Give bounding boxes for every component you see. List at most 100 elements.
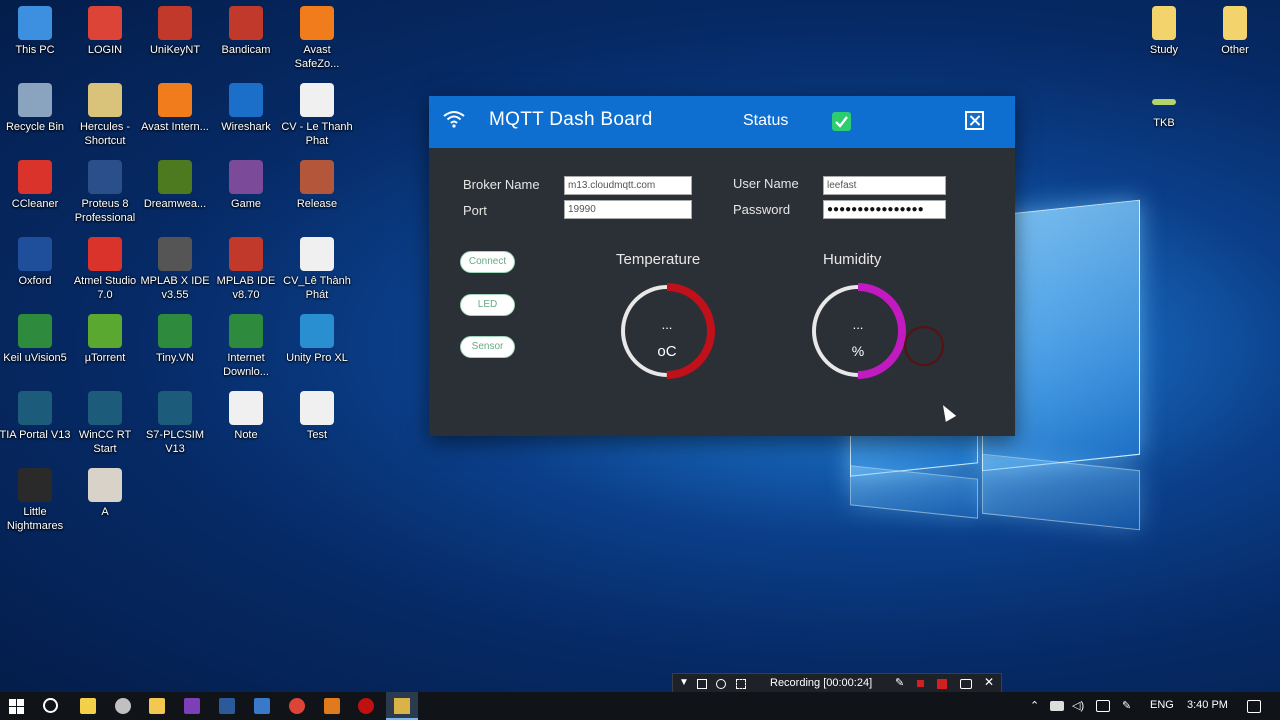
desktop-icon[interactable]: Release — [280, 160, 354, 211]
desktop-icon[interactable]: Hercules - Shortcut — [68, 83, 142, 148]
user-name-input[interactable] — [823, 176, 946, 195]
volume-icon[interactable]: ◁) — [1072, 699, 1084, 712]
clock[interactable]: 3:40 PM — [1187, 699, 1228, 711]
desktop-icon[interactable]: Oxford — [0, 237, 72, 288]
desktop-icon[interactable]: Game — [209, 160, 283, 211]
region-icon[interactable] — [736, 679, 746, 689]
password-label: Password — [733, 202, 791, 217]
mqtt-app-taskbar-button[interactable] — [386, 692, 418, 720]
desktop-icon[interactable]: Recycle Bin — [0, 83, 72, 134]
sticky-notes-icon[interactable] — [80, 698, 96, 714]
desktop-icon[interactable]: Test — [280, 391, 354, 442]
pause-icon[interactable] — [917, 680, 924, 687]
desktop-icon-label: UniKeyNT — [149, 44, 201, 56]
desktop-icon[interactable]: This PC — [0, 6, 72, 57]
visual-studio-icon[interactable] — [184, 698, 200, 714]
start-windows-icon[interactable] — [9, 699, 24, 714]
password-input[interactable] — [823, 200, 946, 219]
desktop-icon[interactable]: TKB — [1127, 83, 1201, 130]
desktop-icon[interactable]: Unity Pro XL — [280, 314, 354, 365]
desktop-icon[interactable]: CV_Lê Thành Phát — [280, 237, 354, 302]
dropdown-icon[interactable]: ▼ — [679, 677, 689, 688]
desktop-icon[interactable]: CV - Le Thanh Phat — [280, 83, 354, 148]
status-check-icon — [832, 112, 851, 131]
bandicam-icon — [229, 6, 263, 40]
desktop-icon[interactable]: Proteus 8 Professional — [68, 160, 142, 225]
shield-icon[interactable] — [254, 698, 270, 714]
usb-icon[interactable] — [1050, 701, 1064, 711]
close-icon[interactable] — [965, 111, 984, 130]
desktop-icon-label: µTorrent — [84, 352, 126, 364]
dreamweaver-icon — [158, 160, 192, 194]
desktop-icon[interactable]: Tiny.VN — [138, 314, 212, 365]
chrome-icon — [88, 6, 122, 40]
desktop-icon-label: Release — [296, 198, 338, 210]
desktop-icon-label: Test — [306, 429, 328, 441]
chrome-taskbar-icon[interactable] — [289, 698, 305, 714]
close-recording-icon[interactable]: ✕ — [984, 675, 994, 689]
desktop-icon[interactable]: WinCC RT Start — [68, 391, 142, 456]
port-input[interactable] — [564, 200, 692, 219]
desktop-icon[interactable]: LOGIN — [68, 6, 142, 57]
desktop-icon[interactable]: CCleaner — [0, 160, 72, 211]
desktop-icon-label: Proteus 8 Professional — [74, 198, 136, 224]
stop-icon[interactable] — [937, 679, 947, 689]
show-hidden-icons-icon[interactable]: ⌃ — [1030, 699, 1039, 712]
port-label: Port — [463, 203, 487, 218]
desktop-icon[interactable]: Note — [209, 391, 283, 442]
proteus-taskbar-icon[interactable] — [219, 698, 235, 714]
led-indicator — [904, 326, 944, 366]
temperature-value: ... — [661, 317, 673, 332]
window-icon[interactable] — [697, 679, 707, 689]
desktop-icon[interactable]: Bandicam — [209, 6, 283, 57]
cortana-icon[interactable] — [43, 698, 58, 713]
camera-icon[interactable] — [960, 679, 972, 689]
desktop-icon[interactable]: UniKeyNT — [138, 6, 212, 57]
zoom-icon[interactable] — [716, 679, 726, 689]
led-button[interactable]: LED — [460, 294, 515, 316]
desktop-icon[interactable]: TIA Portal V13 — [0, 391, 72, 442]
desktop-icon[interactable]: Other — [1198, 6, 1272, 57]
language-indicator[interactable]: ENG — [1150, 699, 1174, 711]
desktop-icon-label: CV_Lê Thành Phát — [283, 275, 351, 301]
connect-button[interactable]: Connect — [460, 251, 515, 273]
desktop-icon[interactable]: MPLAB X IDE v3.55 — [138, 237, 212, 302]
desktop-icon[interactable]: Keil uVision5 — [0, 314, 72, 365]
avast-safezone-icon — [300, 6, 334, 40]
desktop-icon-label: A — [101, 506, 109, 518]
hercules-taskbar-icon[interactable] — [115, 698, 131, 714]
winrar-icon — [229, 160, 263, 194]
pen-icon[interactable]: ✎ — [1122, 699, 1131, 712]
desktop-icon[interactable]: Atmel Studio 7.0 — [68, 237, 142, 302]
desktop-icon[interactable]: A — [68, 468, 142, 519]
matlab-icon[interactable] — [324, 698, 340, 714]
file-explorer-icon[interactable] — [149, 698, 165, 714]
desktop-icon[interactable]: Study — [1127, 6, 1201, 57]
oxford-icon — [18, 237, 52, 271]
desktop-icon[interactable]: Avast SafeZo... — [280, 6, 354, 71]
desktop-icon[interactable]: S7-PLCSIM V13 — [138, 391, 212, 456]
broker-name-input[interactable] — [564, 176, 692, 195]
desktop-icon[interactable]: Internet Downlo... — [209, 314, 283, 379]
desktop-icon-label: CCleaner — [11, 198, 59, 210]
broker-name-label: Broker Name — [463, 177, 540, 192]
desktop-icon[interactable]: MPLAB IDE v8.70 — [209, 237, 283, 302]
desktop-icon-label: Avast Intern... — [141, 121, 209, 133]
pencil-icon[interactable]: ✎ — [895, 676, 905, 689]
humidity-title: Humidity — [823, 251, 882, 268]
desktop-icon[interactable]: µTorrent — [68, 314, 142, 365]
bandicam-taskbar-icon[interactable] — [358, 698, 374, 714]
keil-icon — [18, 314, 52, 348]
unikey-icon — [158, 6, 192, 40]
status-label: Status — [743, 112, 789, 129]
desktop-icon[interactable]: Dreamwea... — [138, 160, 212, 211]
network-icon[interactable] — [1096, 700, 1110, 712]
desktop-icon[interactable]: Wireshark — [209, 83, 283, 134]
action-center-icon[interactable] — [1247, 700, 1261, 713]
tinyvn-icon — [158, 314, 192, 348]
folder-icon — [1152, 6, 1176, 40]
desktop-icon[interactable]: Little Nightmares — [0, 468, 72, 533]
desktop-icon[interactable]: Avast Intern... — [138, 83, 212, 134]
sensor-button[interactable]: Sensor — [460, 336, 515, 358]
file-icon — [1152, 99, 1176, 105]
